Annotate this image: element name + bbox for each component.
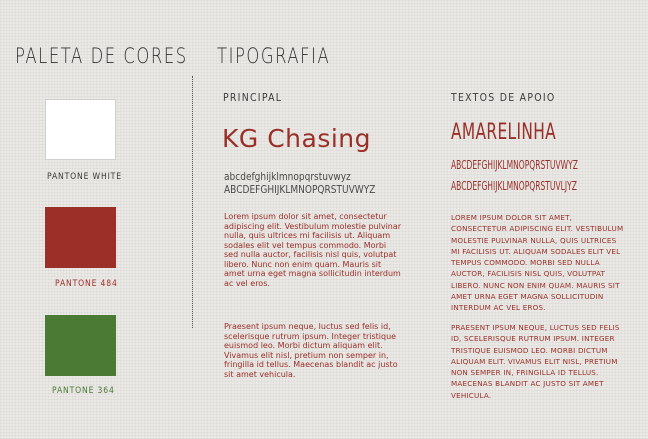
support-paragraph-2: Praesent ipsum neque, luctus sed felis i… bbox=[451, 323, 620, 400]
support-uppercase-sample-2: ABCDEFGHIJKLMNOPQRSTUVLJYZ bbox=[451, 179, 577, 193]
primary-paragraph-2: Praesent ipsum neque, luctus sed felis i… bbox=[224, 322, 398, 379]
support-uppercase-sample-1: ABCDEFGHIJKLMNOPQRSTUVWYZ bbox=[451, 158, 578, 172]
palette-title: PALETA DE CORES bbox=[15, 44, 188, 68]
primary-lowercase-sample: abcdefghijklmnopqrstuvwyz bbox=[224, 170, 351, 183]
typography-title: TIPOGRAFIA bbox=[217, 44, 331, 68]
primary-font-name: KG Chasing bbox=[222, 124, 372, 153]
support-paragraph-1: Lorem ipsum dolor sit amet, consectetur … bbox=[451, 213, 624, 313]
primary-uppercase-sample: ABCDEFGHIJKLMNOPQRSTUVWYZ bbox=[224, 183, 376, 196]
swatch-red bbox=[45, 207, 116, 268]
support-font-name: AMARELINHA bbox=[451, 120, 557, 145]
column-divider bbox=[192, 76, 193, 328]
primary-paragraph-1: Lorem ipsum dolor sit amet, consectetur … bbox=[224, 212, 402, 288]
swatch-white bbox=[45, 99, 116, 160]
swatch-label-red: PANTONE 484 bbox=[55, 279, 118, 289]
primary-font-label: PRINCIPAL bbox=[223, 91, 283, 104]
support-font-label: TEXTOS DE APOIO bbox=[451, 91, 556, 104]
swatch-green bbox=[45, 315, 116, 376]
swatch-label-white: PANTONE WHITE bbox=[47, 172, 122, 182]
swatch-label-green: PANTONE 364 bbox=[52, 386, 115, 396]
